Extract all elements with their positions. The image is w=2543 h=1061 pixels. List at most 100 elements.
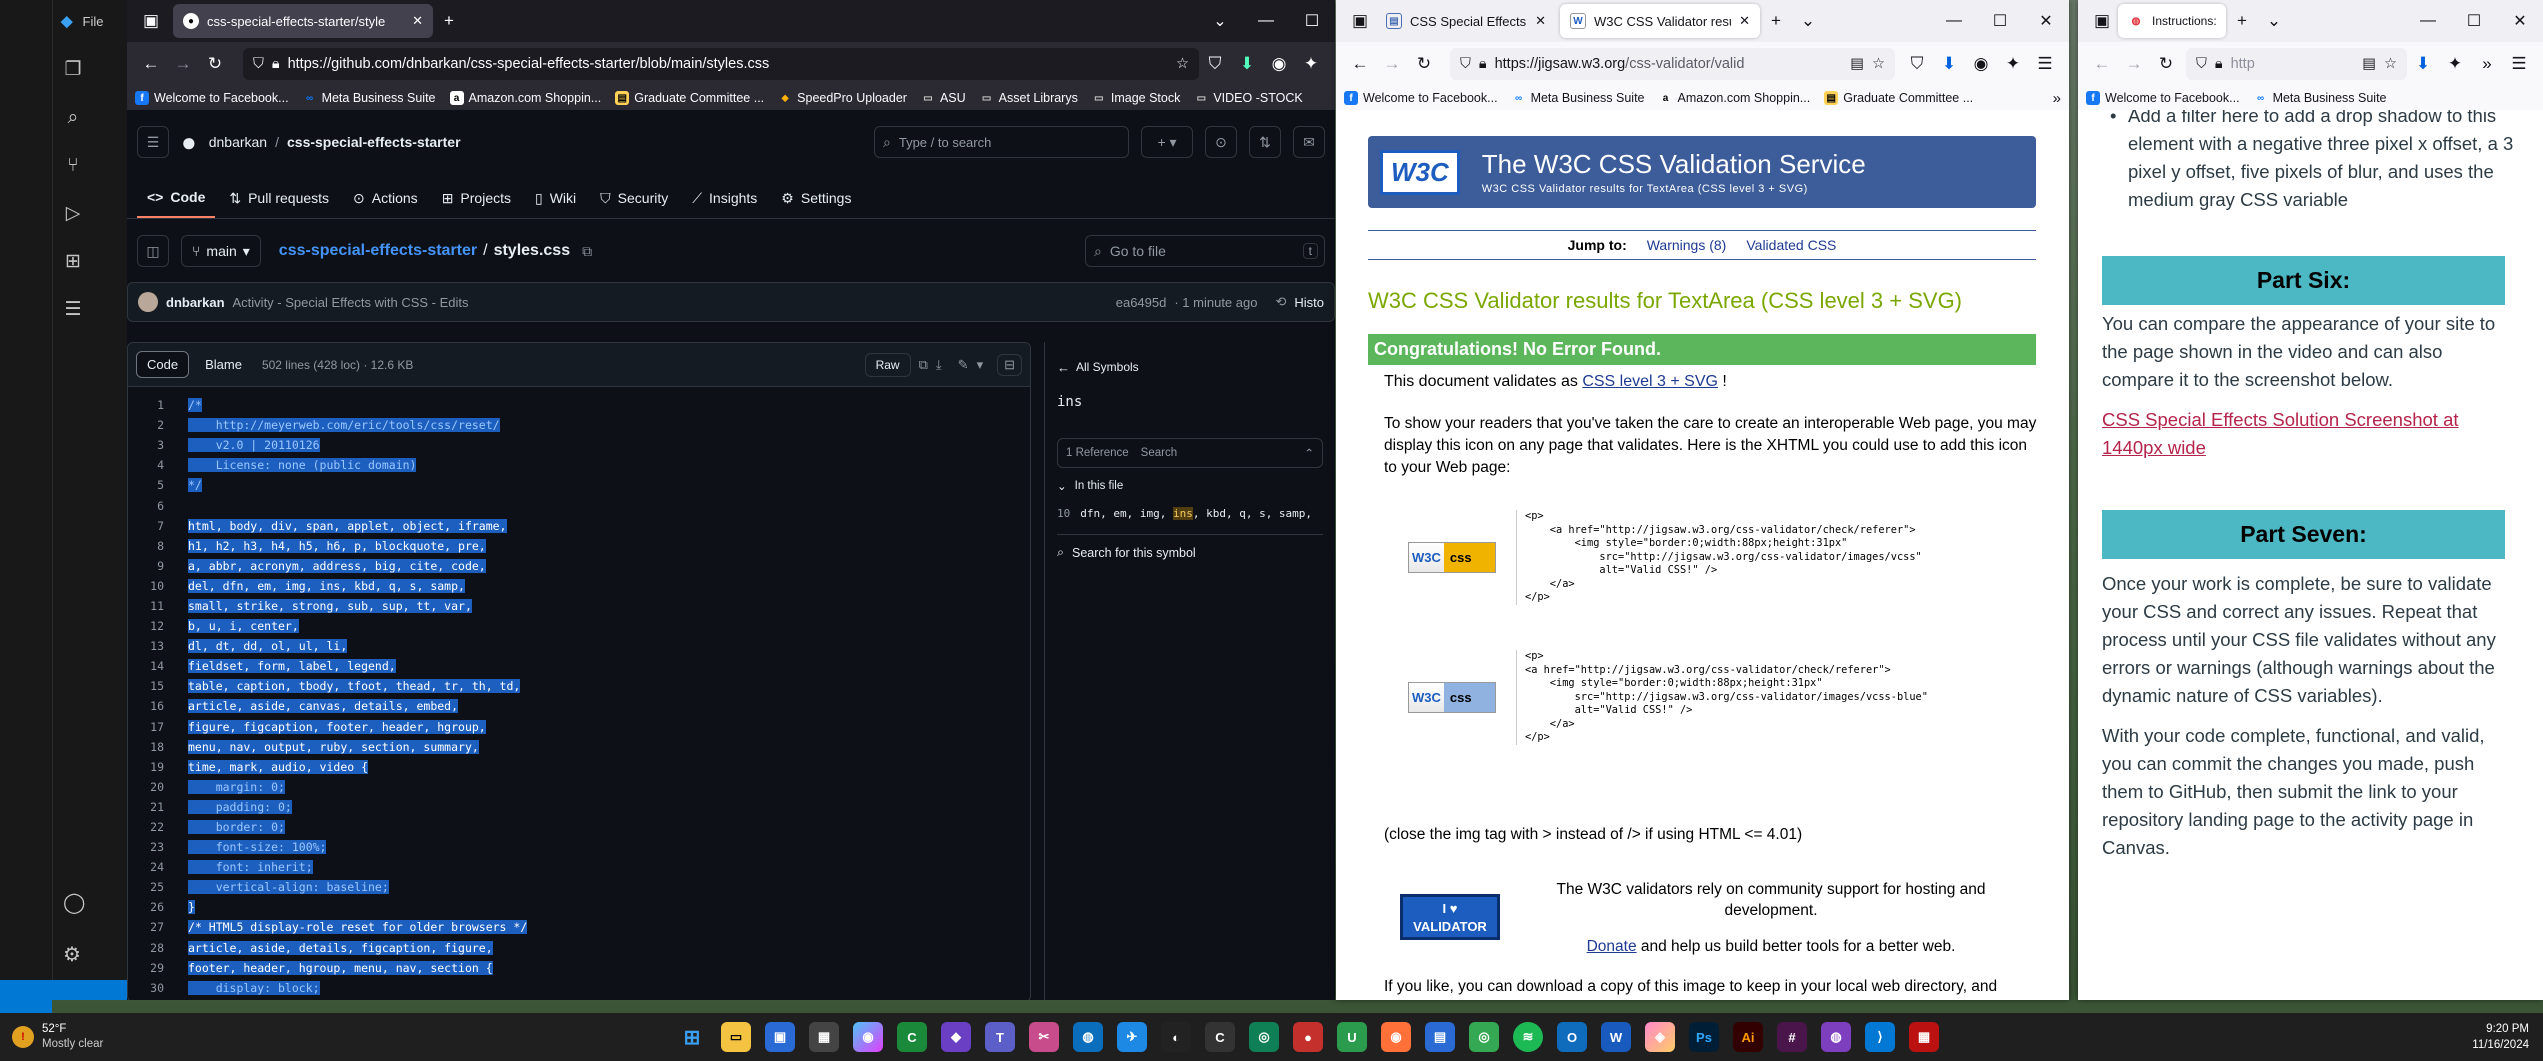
search-icon[interactable]: ⌕ (53, 94, 93, 142)
more-tools-icon[interactable]: » (2471, 48, 2503, 80)
alienware-icon[interactable]: ◐ (1161, 1022, 1191, 1052)
close-window-icon[interactable]: ✕ (2023, 11, 2069, 31)
code-line[interactable]: 29 footer, header, hgroup, menu, nav, sec… (128, 958, 1030, 978)
vscode-icon[interactable]: ⟩ (1865, 1022, 1895, 1052)
list-tabs-icon[interactable]: ⌄ (1792, 5, 1824, 37)
bookmark-star-icon[interactable]: ☆ (2384, 56, 2397, 72)
tab-css-special-effects[interactable]: ▤ CSS Special Effects ✕ (1376, 4, 1556, 38)
maximize-icon[interactable]: ☐ (1289, 11, 1335, 31)
bookmark-graduate[interactable]: ▤ Graduate Committee ... (1824, 91, 1973, 105)
snipping-tool-icon[interactable]: ✂ (1029, 1022, 1059, 1052)
tab-close-icon[interactable]: ✕ (1739, 13, 1750, 29)
line-number[interactable]: 12 (128, 619, 188, 633)
word-icon[interactable]: W (1601, 1022, 1631, 1052)
chevron-down-icon[interactable]: ⌄ (1057, 479, 1067, 493)
app-menu-icon[interactable]: ☰ (2029, 48, 2061, 80)
code-line[interactable]: 27/* HTML5 display-role reset for older … (128, 917, 1030, 937)
slack-icon[interactable]: # (1777, 1022, 1807, 1052)
github-logo-icon[interactable]: ● (181, 127, 197, 158)
badge-snippet-2[interactable]: <p> <a href="http://jigsaw.w3.org/css-va… (1516, 650, 1928, 745)
code-line[interactable]: 19 time, mark, audio, video { (128, 757, 1030, 777)
forward-icon[interactable]: → (167, 48, 199, 80)
tab-w3c-validator[interactable]: W W3C CSS Validator results ✕ (1560, 4, 1760, 38)
donate-link[interactable]: Donate (1587, 938, 1637, 955)
code-line[interactable]: 28 article, aside, details, figcaption, f… (128, 938, 1030, 958)
jump-warnings-link[interactable]: Warnings (8) (1647, 237, 1727, 253)
line-number[interactable]: 10 (128, 579, 188, 593)
bookmark-asset-librarys[interactable]: ▭ Asset Librarys (980, 91, 1078, 105)
pull-requests-icon[interactable]: ⇅ (1249, 126, 1281, 158)
account-avatar-icon[interactable]: ◉ (1263, 48, 1295, 80)
bookmark-graduate[interactable]: ▤ Graduate Committee ... (615, 91, 764, 105)
url-bar[interactable]: ⛉ 🔒︎ https://jigsaw.w3.org/css-validator… (1450, 48, 1895, 80)
code-line[interactable]: 1/* (128, 395, 1030, 415)
solution-screenshot-link[interactable]: CSS Special Effects Solution Screenshot … (2102, 406, 2517, 462)
line-number[interactable]: 19 (128, 760, 188, 774)
code-line[interactable]: 21 padding: 0; (128, 797, 1030, 817)
line-number[interactable]: 17 (128, 720, 188, 734)
copy-raw-icon[interactable]: ⧉ (919, 357, 928, 373)
firefox-view-icon[interactable]: ▣ (135, 5, 167, 37)
hamburger-menu-button[interactable]: ☰ (137, 126, 169, 158)
file-explorer-icon[interactable]: ▭ (721, 1022, 751, 1052)
reload-icon[interactable]: ↻ (199, 48, 231, 80)
i-love-validator-badge[interactable]: I ♥ VALIDATOR (1400, 894, 1500, 940)
code-line[interactable]: 5 */ (128, 475, 1030, 495)
commit-message[interactable]: Activity - Special Effects with CSS - Ed… (233, 295, 469, 310)
code-lines[interactable]: 1/* 2 http://meyerweb.com/eric/tools/css/… (128, 387, 1030, 998)
code-line[interactable]: 6 (128, 495, 1030, 515)
raw-button[interactable]: Raw (864, 352, 911, 377)
tab-close-icon[interactable]: ✕ (1535, 13, 1546, 29)
issues-icon[interactable]: ⊙ (1205, 126, 1237, 158)
extensions-puzzle-icon[interactable]: ✦ (1997, 48, 2029, 80)
more-bookmarks-icon[interactable]: » (2053, 90, 2061, 107)
bookmark-star-icon[interactable]: ☆ (1872, 56, 1885, 72)
bookmark-speedpro[interactable]: ⬥ SpeedPro Uploader (778, 91, 907, 105)
inbox-icon[interactable]: ✉ (1293, 126, 1325, 158)
manage-gear-icon[interactable]: ⚙ (63, 942, 81, 967)
reload-icon[interactable]: ↻ (2150, 48, 2182, 80)
app-icon[interactable]: ● (1293, 1022, 1323, 1052)
url-bar[interactable]: ⛉ 🔒︎ https://github.com/dnbarkan/css-spe… (243, 48, 1199, 80)
tab-settings[interactable]: ⚙ Settings (771, 178, 861, 218)
line-number[interactable]: 26 (128, 900, 188, 914)
pocket-icon[interactable]: ⛉ (1901, 48, 1933, 80)
new-tab-icon[interactable]: + (1760, 5, 1792, 37)
code-line[interactable]: 26} (128, 897, 1030, 917)
vscode-menu-file[interactable]: File (83, 14, 104, 29)
code-line[interactable]: 22 border: 0; (128, 817, 1030, 837)
forward-icon[interactable]: → (1376, 48, 1408, 80)
bookmark-amazon[interactable]: a Amazon.com Shoppin... (1659, 91, 1811, 105)
line-number[interactable]: 14 (128, 659, 188, 673)
tab-instructions[interactable]: ◍ Instructions: Sp (2118, 4, 2226, 38)
chevron-down-icon[interactable]: ▾ (977, 357, 984, 373)
extensions-icon[interactable]: ⊞ (53, 238, 93, 286)
code-line[interactable]: 18 menu, nav, output, ruby, section, summ… (128, 737, 1030, 757)
line-number[interactable]: 25 (128, 880, 188, 894)
extensions-puzzle-icon[interactable]: ✦ (2439, 48, 2471, 80)
line-number[interactable]: 15 (128, 679, 188, 693)
list-icon[interactable]: ☰ (53, 286, 93, 334)
goto-file-input[interactable]: ⌕ Go to file t (1085, 235, 1325, 267)
bookmark-facebook[interactable]: f Welcome to Facebook... (1344, 91, 1498, 105)
code-line[interactable]: 4 License: none (public domain) (128, 455, 1030, 475)
breadcrumb-repo-link[interactable]: css-special-effects-starter (279, 242, 477, 260)
maximize-icon[interactable]: ☐ (1977, 11, 2023, 31)
app-menu-icon[interactable]: ☰ (2503, 48, 2535, 80)
line-number[interactable]: 13 (128, 639, 188, 653)
line-number[interactable]: 9 (128, 559, 188, 573)
app-icon[interactable]: ✈ (1117, 1022, 1147, 1052)
code-line[interactable]: 20 margin: 0; (128, 777, 1030, 797)
app-icon[interactable]: C (1205, 1022, 1235, 1052)
commit-sha[interactable]: ea6495d (1116, 295, 1167, 310)
edit-pencil-icon[interactable]: ✎ (958, 357, 969, 373)
app-icon[interactable]: U (1337, 1022, 1367, 1052)
line-number[interactable]: 30 (128, 981, 188, 995)
run-debug-icon[interactable]: ▷ (53, 190, 93, 238)
code-line[interactable]: 25 vertical-align: baseline; (128, 877, 1030, 897)
tab-insights[interactable]: ⟋ Insights (682, 178, 767, 218)
line-number[interactable]: 27 (128, 920, 188, 934)
photoshop-icon[interactable]: Ps (1689, 1022, 1719, 1052)
minimize-icon[interactable]: — (1243, 12, 1289, 30)
photos-icon[interactable]: ◈ (1645, 1022, 1675, 1052)
